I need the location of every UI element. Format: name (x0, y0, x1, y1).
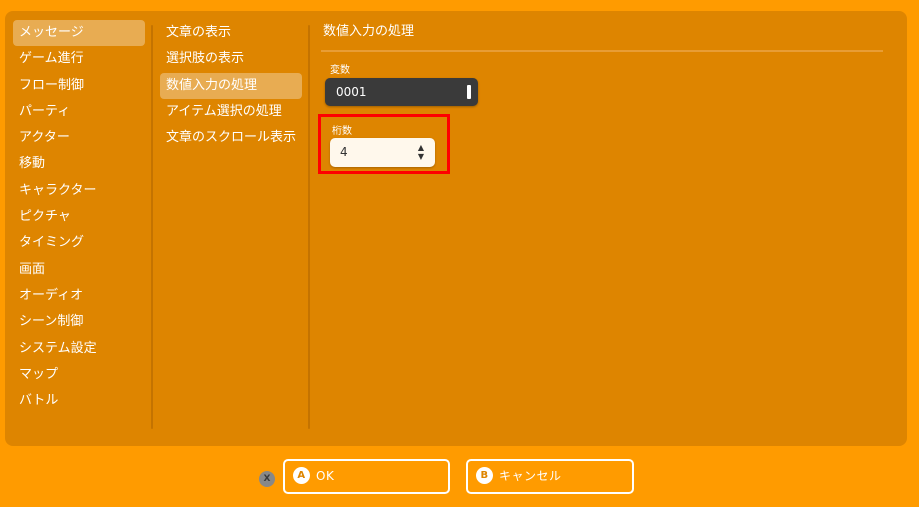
category-item[interactable]: 画面 (13, 257, 145, 283)
category-item[interactable]: シーン制御 (13, 309, 145, 335)
category-item[interactable]: 移動 (13, 151, 145, 177)
variable-label: 変数 (330, 65, 350, 76)
command-item[interactable]: 文章のスクロール表示 (160, 125, 302, 151)
command-item[interactable]: 文章の表示 (160, 20, 302, 46)
arrow-down-icon[interactable]: ▼ (415, 152, 427, 161)
digits-value: 4 (340, 145, 348, 159)
category-item[interactable]: フロー制御 (13, 73, 145, 99)
x-button-icon: X (259, 471, 275, 487)
variable-field[interactable]: 0001 (325, 78, 478, 106)
arrow-up-icon[interactable]: ▲ (415, 143, 427, 152)
stepper-arrows: ▲ ▼ (415, 143, 427, 161)
category-item[interactable]: キャラクター (13, 178, 145, 204)
category-item[interactable]: バトル (13, 388, 145, 414)
category-item[interactable]: ゲーム進行 (13, 46, 145, 72)
command-list: 文章の表示 選択肢の表示 数値入力の処理 アイテム選択の処理 文章のスクロール表… (160, 20, 302, 151)
section-title: 数値入力の処理 (323, 24, 415, 39)
variable-value: 0001 (336, 85, 367, 99)
digits-label: 桁数 (332, 126, 352, 137)
dialog-panel: メッセージ ゲーム進行 フロー制御 パーティ アクター 移動 キャラクター ピク… (5, 11, 907, 446)
cancel-button[interactable]: B キャンセル (466, 459, 634, 494)
category-item[interactable]: アクター (13, 125, 145, 151)
a-button-icon: A (293, 467, 310, 484)
command-item[interactable]: 選択肢の表示 (160, 46, 302, 72)
category-item[interactable]: パーティ (13, 99, 145, 125)
category-item[interactable]: システム設定 (13, 336, 145, 362)
section-divider (321, 50, 883, 52)
digits-stepper[interactable]: 4 ▲ ▼ (330, 138, 435, 167)
b-button-icon: B (476, 467, 493, 484)
cancel-label: キャンセル (499, 469, 562, 483)
ok-button[interactable]: A OK (283, 459, 450, 494)
text-cursor-icon (467, 85, 471, 99)
category-item[interactable]: タイミング (13, 230, 145, 256)
category-item[interactable]: メッセージ (13, 20, 145, 47)
category-item[interactable]: オーディオ (13, 283, 145, 309)
category-item[interactable]: ピクチャ (13, 204, 145, 230)
ok-label: OK (316, 469, 335, 483)
command-item[interactable]: 数値入力の処理 (160, 72, 302, 99)
column-divider (151, 25, 153, 429)
command-item[interactable]: アイテム選択の処理 (160, 99, 302, 125)
settings-pane: 数値入力の処理 変数 0001 桁数 4 ▲ ▼ (318, 22, 883, 174)
category-item[interactable]: マップ (13, 362, 145, 388)
category-list: メッセージ ゲーム進行 フロー制御 パーティ アクター 移動 キャラクター ピク… (13, 20, 145, 414)
column-divider (308, 25, 310, 429)
